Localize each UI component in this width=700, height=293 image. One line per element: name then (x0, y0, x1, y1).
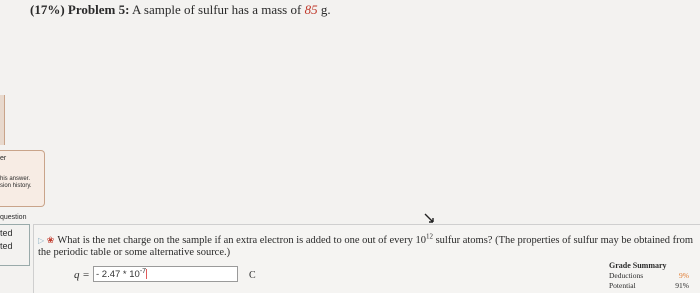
hint-panel: er his answer. sion history. (0, 150, 45, 207)
answer-variable: q = (74, 269, 90, 281)
mass-value: 85 (304, 2, 318, 17)
question-text-part1: What is the net charge on the sample if … (57, 235, 426, 246)
side-tab[interactable] (0, 95, 5, 145)
hint-panel-line1: his answer. (0, 176, 31, 182)
potential-value: 91% (675, 281, 689, 290)
settings-icon[interactable]: ❀ (47, 235, 55, 245)
problem-title: (17%) Problem 5: A sample of sulfur has … (30, 2, 331, 18)
answer-value: - 2.47 * 10 (96, 269, 140, 280)
left-fragment-a: ted (0, 228, 13, 238)
left-fragment-b: ted (0, 241, 13, 251)
hint-panel-heading: er (0, 155, 7, 162)
problem-percent: (17%) (30, 2, 65, 17)
potential-label: Potential (609, 281, 636, 290)
question-panel: ▷ ❀ What is the net charge on the sample… (33, 224, 700, 293)
question-text: ▷ ❀ What is the net charge on the sample… (38, 232, 698, 259)
grade-summary: Grade Summary Deductions 9% Potential 91… (609, 261, 689, 290)
question-exponent: 12 (425, 232, 433, 241)
answer-input[interactable]: - 2.47 * 10-7 (93, 266, 238, 282)
potential-row: Potential 91% (609, 281, 689, 290)
problem-statement: A sample of sulfur has a mass of (131, 2, 302, 17)
question-tag: question (0, 214, 27, 221)
question-icons: ▷ ❀ (38, 234, 54, 247)
play-icon[interactable]: ▷ (38, 236, 44, 245)
hint-panel-line2: sion history. (0, 183, 32, 189)
deductions-label: Deductions (609, 271, 644, 280)
problem-label: Problem 5: (67, 2, 130, 17)
mouse-cursor-icon (424, 213, 434, 223)
deductions-value: 9% (679, 271, 689, 280)
mass-unit: g. (320, 2, 331, 17)
grade-summary-title: Grade Summary (609, 261, 667, 270)
text-caret (146, 269, 148, 280)
answer-unit: C (249, 270, 256, 281)
deductions-row: Deductions 9% (609, 271, 689, 280)
